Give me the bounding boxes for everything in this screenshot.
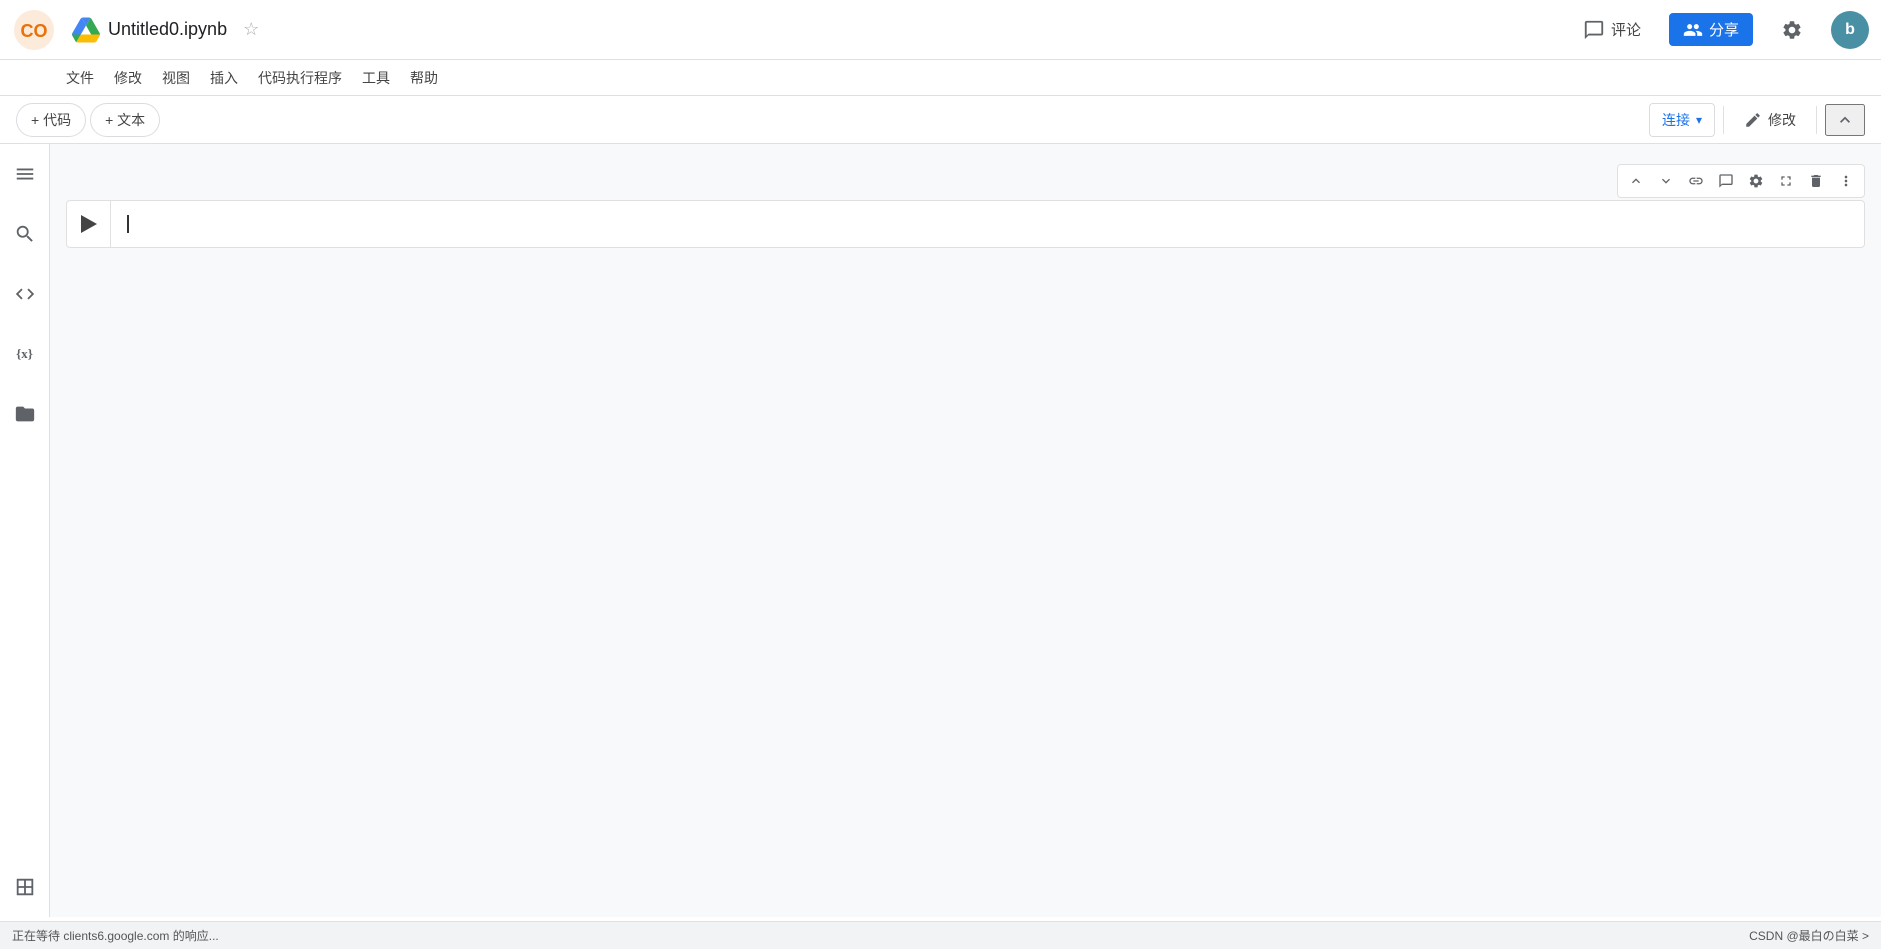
pencil-icon (1744, 111, 1762, 129)
text-cursor (127, 215, 129, 233)
comment-cell-icon (1718, 173, 1734, 189)
run-triangle-icon (81, 215, 97, 233)
settings-icon (1781, 19, 1803, 41)
menu-view[interactable]: 视图 (152, 64, 200, 92)
arrow-down-icon (1658, 173, 1674, 189)
sidebar-item-table[interactable] (7, 869, 43, 905)
variable-icon-text: {x} (16, 346, 33, 362)
menu-edit[interactable]: 修改 (104, 64, 152, 92)
add-text-button[interactable]: + 文本 (90, 103, 160, 137)
connect-dropdown-icon: ▾ (1696, 113, 1702, 127)
settings-button[interactable] (1773, 15, 1811, 45)
sidebar: {x} (0, 144, 50, 917)
loading-status: 正在等待 clients6.google.com 的响应... (12, 927, 219, 944)
colab-logo[interactable]: CO (12, 8, 56, 52)
code-icon (14, 283, 36, 305)
link-icon (1688, 173, 1704, 189)
menu-file[interactable]: 文件 (56, 64, 104, 92)
header: CO Untitled0.ipynb ☆ 评论 (0, 0, 1881, 60)
add-text-label: + 文本 (105, 110, 145, 130)
share-button[interactable]: 分享 (1669, 13, 1753, 46)
sidebar-item-files[interactable] (7, 396, 43, 432)
drive-icon (72, 16, 100, 44)
cell-action-bar (1617, 164, 1865, 198)
run-cell-button[interactable] (67, 201, 111, 247)
search-icon (14, 223, 36, 245)
more-actions-button[interactable] (1832, 167, 1860, 195)
drive-icon-area: Untitled0.ipynb ☆ (72, 16, 259, 44)
collapse-button[interactable] (1825, 104, 1865, 136)
comment-button[interactable]: 评论 (1575, 15, 1649, 45)
toolbar-right: 连接 ▾ 修改 (1649, 103, 1865, 137)
notebook-title[interactable]: Untitled0.ipynb (108, 19, 227, 40)
link-button[interactable] (1682, 167, 1710, 195)
user-avatar[interactable]: b (1831, 11, 1869, 49)
expand-icon (1778, 173, 1794, 189)
comment-icon (1583, 19, 1605, 41)
menu-runtime[interactable]: 代码执行程序 (248, 64, 352, 92)
header-right: 评论 分享 b (1575, 11, 1869, 49)
move-up-button[interactable] (1622, 167, 1650, 195)
cell-wrapper (50, 164, 1881, 248)
logo-area: CO (12, 8, 56, 52)
arrow-up-icon (1628, 173, 1644, 189)
sidebar-item-menu[interactable] (7, 156, 43, 192)
statusbar: 正在等待 clients6.google.com 的响应... CSDN @最白… (0, 921, 1881, 949)
connect-button[interactable]: 连接 ▾ (1649, 103, 1715, 137)
cell-settings-icon (1748, 173, 1764, 189)
table-icon (14, 876, 36, 898)
delete-cell-button[interactable] (1802, 167, 1830, 195)
menubar: 文件 修改 视图 插入 代码执行程序 工具 帮助 (0, 60, 1881, 96)
svg-text:CO: CO (21, 20, 48, 40)
sidebar-item-variables[interactable]: {x} (7, 336, 43, 372)
add-code-button[interactable]: + 代码 (16, 103, 86, 137)
toolbar-left: + 代码 + 文本 (16, 103, 160, 137)
menu-help[interactable]: 帮助 (400, 64, 448, 92)
edit-label: 修改 (1768, 110, 1796, 130)
more-vert-icon (1838, 173, 1854, 189)
csdn-label[interactable]: CSDN @最白の白菜 > (1749, 927, 1869, 944)
folder-icon (14, 403, 36, 425)
collapse-icon (1835, 110, 1855, 130)
star-icon[interactable]: ☆ (243, 19, 259, 40)
comment-cell-button[interactable] (1712, 167, 1740, 195)
expand-cell-button[interactable] (1772, 167, 1800, 195)
main-content (50, 144, 1881, 917)
menu-icon (14, 163, 36, 185)
sidebar-item-search[interactable] (7, 216, 43, 252)
delete-icon (1808, 173, 1824, 189)
comment-label: 评论 (1611, 19, 1641, 40)
share-people-icon (1683, 20, 1703, 40)
menu-insert[interactable]: 插入 (200, 64, 248, 92)
add-code-label: + 代码 (31, 110, 71, 130)
share-label: 分享 (1709, 19, 1739, 40)
code-cell (66, 200, 1865, 248)
edit-button[interactable]: 修改 (1732, 104, 1808, 136)
menu-tools[interactable]: 工具 (352, 64, 400, 92)
connect-label: 连接 (1662, 110, 1690, 130)
move-down-button[interactable] (1652, 167, 1680, 195)
cell-settings-button[interactable] (1742, 167, 1770, 195)
sidebar-item-code[interactable] (7, 276, 43, 312)
cell-code-area[interactable] (111, 201, 1864, 247)
toolbar: + 代码 + 文本 连接 ▾ 修改 (0, 96, 1881, 144)
